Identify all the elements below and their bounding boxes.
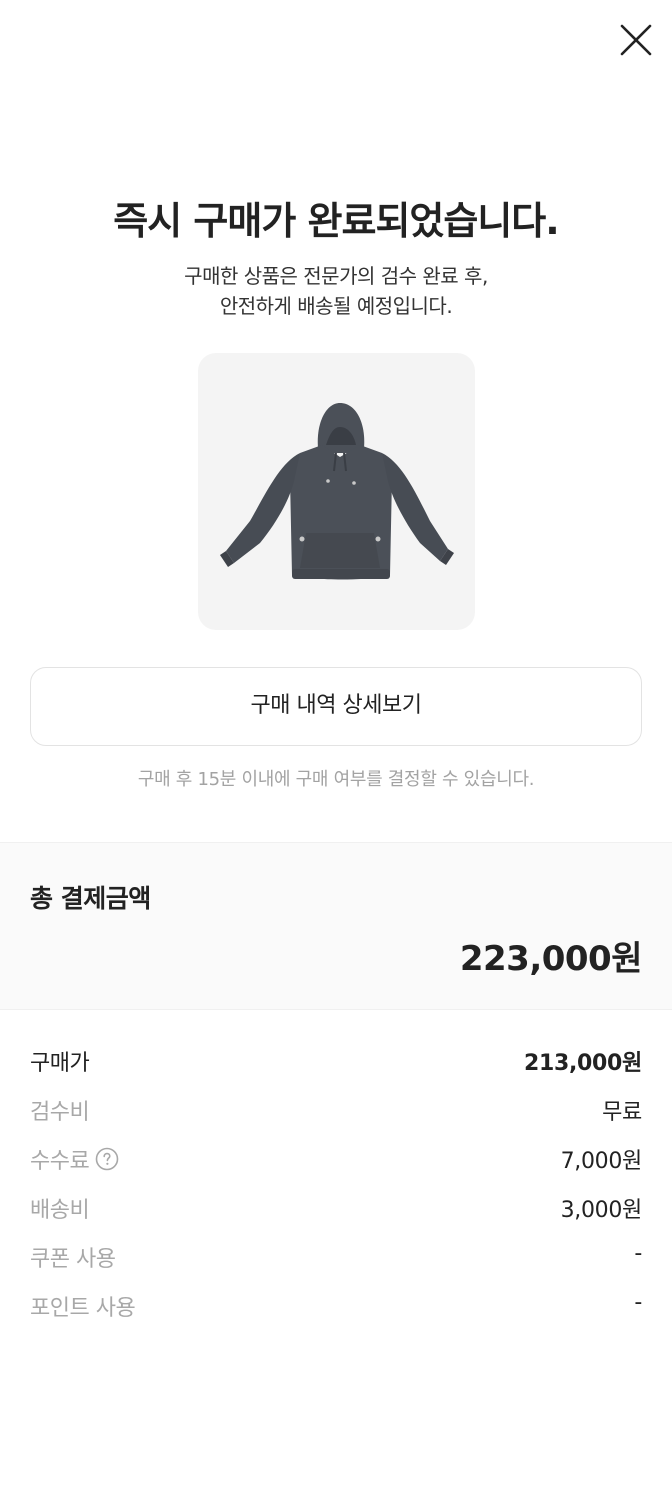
breakdown-row-coupon: 쿠폰 사용 - <box>0 1233 672 1282</box>
commission-label: 수수료 <box>30 1149 90 1174</box>
coupon-value: - <box>634 1241 642 1266</box>
breakdown-row-inspection-fee: 검수비 무료 <box>0 1086 672 1135</box>
breakdown-row-points: 포인트 사용 - <box>0 1282 672 1331</box>
points-value: - <box>634 1290 642 1315</box>
total-label: 총 결제금액 <box>30 884 151 913</box>
points-label: 포인트 사용 <box>30 1296 136 1321</box>
commission-label-wrap: 수수료 <box>30 1143 119 1175</box>
inspection-fee-value: 무료 <box>602 1100 642 1125</box>
question-circle-icon[interactable] <box>95 1147 119 1171</box>
subtitle-line-2: 안전하게 배송될 예정입니다. <box>219 294 453 318</box>
purchase-price-label: 구매가 <box>30 1051 90 1076</box>
breakdown-row-commission: 수수료 7,000원 <box>0 1135 672 1184</box>
total-payment-section: 총 결제금액 223,000원 <box>0 842 672 1010</box>
decision-note: 구매 후 15분 이내에 구매 여부를 결정할 수 있습니다. <box>137 769 535 790</box>
total-amount: 223,000원 <box>459 939 643 979</box>
shipping-fee-label: 배송비 <box>30 1198 90 1223</box>
hoodie-image <box>220 403 454 580</box>
subtitle-line-1: 구매한 상품은 전문가의 검수 완료 후, <box>184 264 488 288</box>
page-title: 즉시 구매가 완료되었습니다. <box>113 199 559 243</box>
inspection-fee-label: 검수비 <box>30 1100 90 1125</box>
purchase-price-value: 213,000원 <box>523 1051 642 1076</box>
price-breakdown: 구매가 213,000원 검수비 무료 수수료 7,000원 배송비 3,000… <box>0 1037 672 1331</box>
product-image <box>198 353 475 630</box>
commission-value: 7,000원 <box>560 1149 643 1174</box>
coupon-label: 쿠폰 사용 <box>30 1247 116 1272</box>
breakdown-row-purchase-price: 구매가 213,000원 <box>0 1037 672 1086</box>
breakdown-row-shipping-fee: 배송비 3,000원 <box>0 1184 672 1233</box>
shipping-fee-value: 3,000원 <box>560 1198 643 1223</box>
close-button[interactable] <box>614 18 658 62</box>
close-icon <box>620 24 652 56</box>
view-order-details-button[interactable]: 구매 내역 상세보기 <box>30 667 642 746</box>
